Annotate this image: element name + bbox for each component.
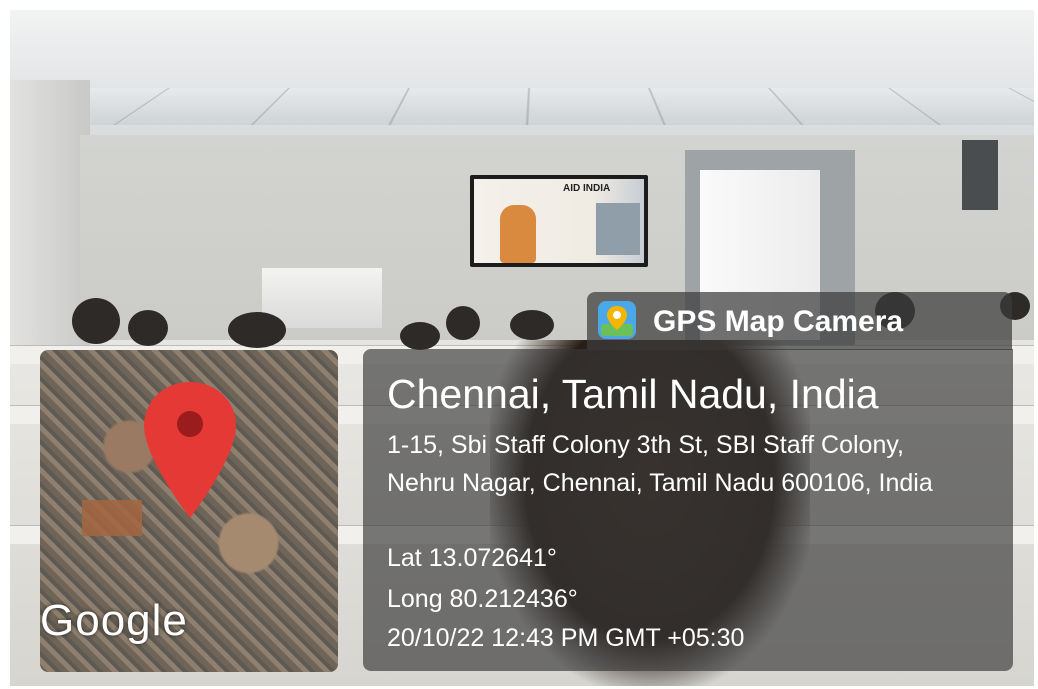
longitude-text: Long 80.212436°: [387, 585, 578, 613]
datetime-text: 20/10/22 12:43 PM GMT +05:30: [387, 624, 745, 652]
audience-head: [128, 310, 168, 346]
app-badge: GPS Map Camera: [587, 292, 1012, 350]
gps-map-camera-icon: [598, 301, 636, 339]
location-info-panel: Chennai, Tamil Nadu, India 1-15, Sbi Sta…: [363, 349, 1013, 671]
latitude-text: Lat 13.072641°: [387, 544, 557, 572]
google-logo: Google: [40, 596, 188, 645]
address-text: 1-15, Sbi Staff Colony 3th St, SBI Staff…: [387, 431, 933, 497]
audience-head: [400, 322, 440, 350]
app-name: GPS Map Camera: [653, 305, 904, 338]
ceiling-panels: [10, 88, 1034, 125]
map-terrain: [82, 500, 142, 536]
audience-head: [72, 298, 120, 344]
audience-head: [446, 306, 480, 340]
map-thumbnail: Google: [40, 350, 338, 672]
tv-presenter: [500, 205, 536, 263]
audience-head: [510, 310, 554, 340]
audience-head: [228, 312, 286, 348]
tv-inset-video: [596, 203, 640, 255]
map-pin-icon: [144, 382, 236, 518]
speaker-unit: [962, 140, 998, 210]
city-title: Chennai, Tamil Nadu, India: [387, 371, 879, 417]
tv-logo: AID INDIA: [563, 183, 611, 194]
